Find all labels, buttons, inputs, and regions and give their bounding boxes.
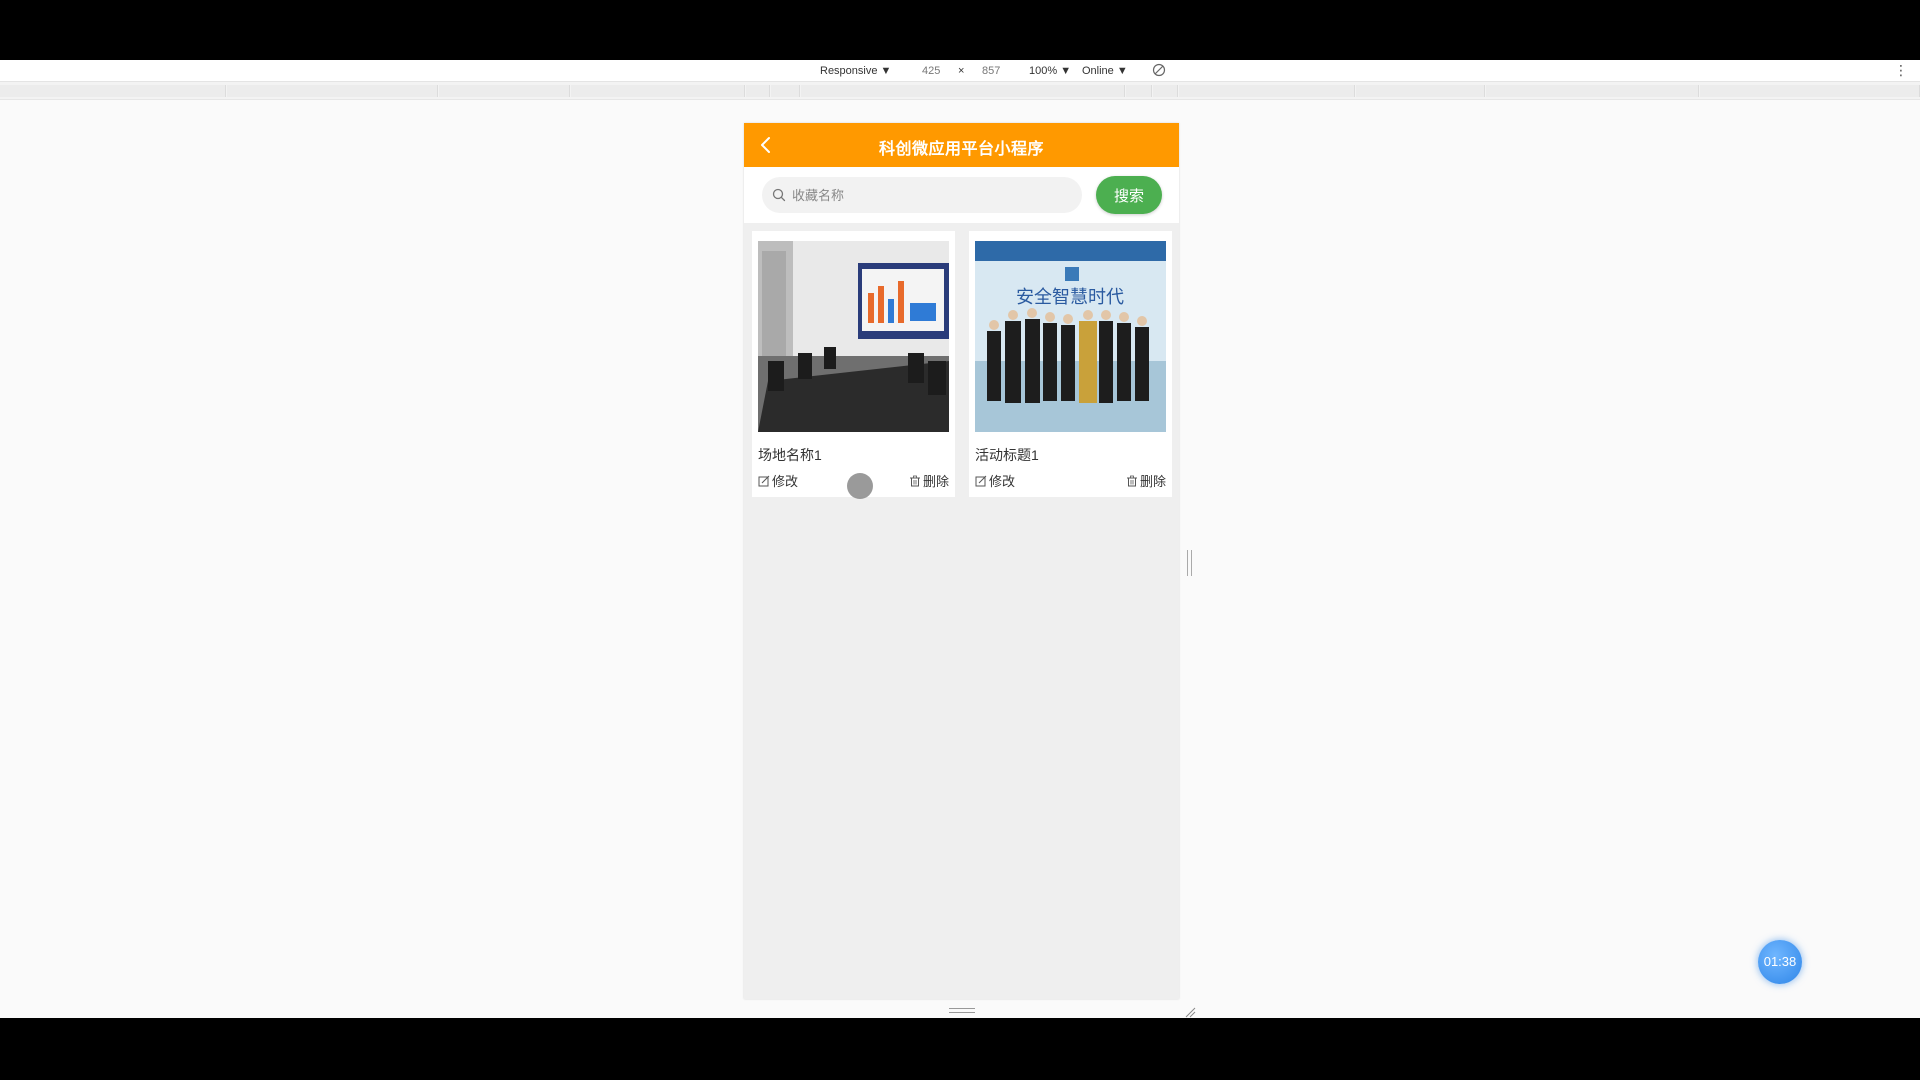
- network-throttle-select[interactable]: Online ▼: [1082, 64, 1128, 78]
- edit-icon: [975, 475, 987, 486]
- ruler-segment[interactable]: [1356, 85, 1485, 97]
- delete-button[interactable]: 删除: [909, 471, 949, 490]
- viewport-resize-handle[interactable]: [1187, 550, 1192, 576]
- viewport-bottom-resize-handle[interactable]: [949, 1008, 975, 1013]
- delete-label: 删除: [1139, 474, 1166, 489]
- media-query-ruler: [0, 82, 1920, 100]
- card-title: 场地名称1: [758, 447, 822, 463]
- ruler-segment[interactable]: [0, 85, 226, 97]
- group-photo-event[interactable]: 安全智慧时代: [975, 241, 1166, 432]
- viewport-width[interactable]: 425: [922, 64, 940, 78]
- card-title: 活动标题1: [975, 447, 1039, 463]
- devtools-device-toolbar: Responsive ▼ 425 × 857 100% ▼ Online ▼ ⋮: [0, 60, 1920, 82]
- card-actions: 修改 删除: [975, 471, 1166, 489]
- edit-button[interactable]: 修改: [758, 471, 798, 490]
- dimension-separator: ×: [958, 65, 965, 77]
- trash-icon: [909, 475, 920, 486]
- mobile-viewport: 科创微应用平台小程序 搜索: [744, 123, 1179, 999]
- search-icon: [772, 188, 786, 202]
- search-bar: 搜索: [744, 167, 1179, 223]
- ruler-segment[interactable]: [771, 85, 800, 97]
- viewport-height[interactable]: 857: [982, 64, 1000, 78]
- favorite-card[interactable]: 场地名称1 修改 删除: [752, 231, 955, 497]
- ruler-segment[interactable]: [227, 85, 438, 97]
- search-input[interactable]: [792, 177, 1072, 213]
- zoom-select[interactable]: 100% ▼: [1029, 64, 1071, 78]
- device-select[interactable]: Responsive ▼: [820, 64, 891, 78]
- favorite-card[interactable]: 安全智慧时代 活动标题1 修改 删除: [969, 231, 1172, 497]
- ruler-segment[interactable]: [1486, 85, 1699, 97]
- rotate-icon[interactable]: [1152, 63, 1166, 81]
- search-button[interactable]: 搜索: [1096, 176, 1162, 214]
- ruler-segment[interactable]: [1126, 85, 1152, 97]
- ruler-segment[interactable]: [1700, 85, 1920, 97]
- delete-button[interactable]: 删除: [1126, 471, 1166, 490]
- screen-top-black-bar: [0, 0, 1920, 60]
- recording-timer[interactable]: 01:38: [1758, 940, 1802, 984]
- edit-label: 修改: [772, 474, 799, 489]
- screen-bottom-black-bar: [0, 1018, 1920, 1080]
- app-header: 科创微应用平台小程序: [744, 123, 1179, 167]
- ruler-segment[interactable]: [1153, 85, 1178, 97]
- ruler-segment[interactable]: [439, 85, 570, 97]
- ruler-segment[interactable]: [746, 85, 770, 97]
- trash-icon: [1126, 475, 1137, 486]
- delete-label: 删除: [922, 474, 949, 489]
- more-options-icon[interactable]: ⋮: [1894, 62, 1908, 79]
- ruler-segment[interactable]: [801, 85, 1125, 97]
- edit-button[interactable]: 修改: [975, 471, 1015, 490]
- search-box: [762, 177, 1082, 213]
- ruler-segment[interactable]: [571, 85, 745, 97]
- corner-resize-icon[interactable]: [1184, 1005, 1196, 1018]
- page-title: 科创微应用平台小程序: [878, 141, 1044, 158]
- mouse-cursor-indicator: [847, 473, 873, 499]
- edit-label: 修改: [989, 474, 1016, 489]
- conference-room-photo[interactable]: [758, 241, 949, 432]
- ruler-segment[interactable]: [1179, 85, 1355, 97]
- edit-icon: [758, 475, 770, 486]
- svg-text:安全智慧时代: 安全智慧时代: [1016, 287, 1124, 308]
